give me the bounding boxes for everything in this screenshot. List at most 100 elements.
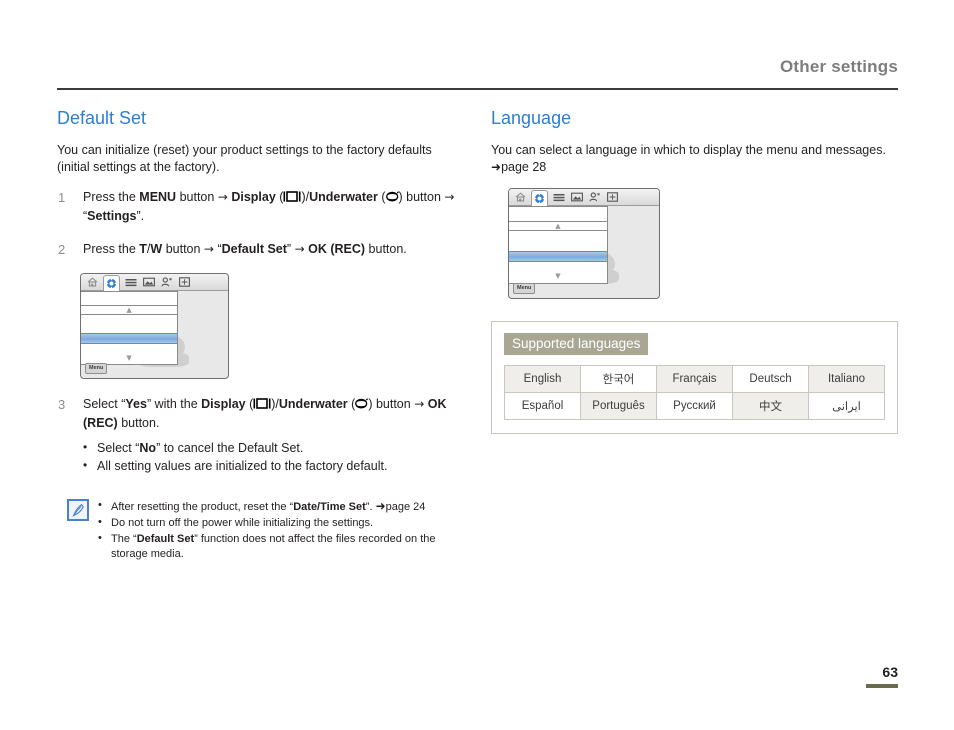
home-icon[interactable] [513,191,528,204]
step-text-fragment: button [176,190,218,204]
step-text-fragment: )/ [271,397,279,411]
arrow-glyph: → [217,190,228,204]
folio: 63 [866,664,898,688]
bullet-text-fragment: All setting values are initialized to th… [97,459,388,473]
no-label: No [139,441,157,455]
list-item: All setting values are initialized to th… [83,456,462,475]
display-button-label: Display [231,190,276,204]
note-bullets: After resetting the product, reset the “… [98,498,462,562]
note-pen-icon [67,499,89,521]
list-item: The “Default Set” function does not affe… [98,531,462,562]
screen-body: ▲ ▼ Menu [81,291,228,378]
list-row[interactable] [81,315,177,333]
camera-screen-mockup-right: ▲ ▼ Menu [508,188,660,299]
supported-languages-box: Supported languages English 한국어 Français… [491,321,898,434]
frame-icon[interactable] [177,276,192,289]
language-cell[interactable]: Español [504,392,581,420]
list-icon[interactable] [551,191,566,204]
screen-tab-bar[interactable] [509,189,659,207]
note-text-fragment: The “ [111,533,137,545]
arrow-glyph: → [444,190,455,204]
language-intro: You can select a language in which to di… [491,142,898,176]
gear-icon[interactable] [531,189,548,207]
camera-screen-mockup-left: ▲ ▼ Menu [80,273,229,379]
step-number: 3 [58,397,66,412]
step-number: 1 [58,190,66,205]
gear-icon[interactable] [103,274,120,292]
date-time-set-label: Date/Time Set [293,501,366,513]
settings-list-panel[interactable]: ▲ ▼ [81,291,179,365]
t-button-label: T [139,242,147,256]
display-icon [253,398,271,409]
step-text-fragment: ”. [136,209,145,223]
underwater-button-label: Underwater [309,190,378,204]
table-row: English 한국어 Français Deutsch Italiano [504,365,885,393]
arrow-glyph: → [414,397,425,411]
page-ref-arrow-icon: ➜ [375,499,386,513]
step-number: 2 [58,242,66,257]
frame-icon[interactable] [605,191,620,204]
step-text: Press the T/W button → “Default Set” → O… [83,242,407,256]
settings-list-panel[interactable]: ▲ ▼ [509,206,608,284]
scroll-down-caret-icon[interactable]: ▼ [509,273,607,282]
person-icon[interactable] [159,276,174,289]
arrow-glyph: → [294,242,305,256]
language-cell[interactable]: Italiano [808,365,885,393]
picture-icon[interactable] [141,276,156,289]
step-text-fragment: ” [286,242,295,256]
page-number: 63 [882,664,898,680]
step-text-fragment: ( [245,397,254,411]
screen-tab-bar[interactable] [81,274,228,292]
step-text-fragment: ” with the [146,397,202,411]
settings-label: Settings [87,209,137,223]
person-icon[interactable] [587,191,602,204]
ok-rec-button-label: OK (REC) [308,242,366,256]
step-text-fragment: ( [347,397,356,411]
step-text: Press the MENU button → Display ()/Under… [83,190,454,223]
list-row[interactable] [81,292,178,306]
note-text-fragment: Do not turn off the power while initiali… [111,517,374,529]
language-cell[interactable]: 中文 [732,392,809,420]
running-header: Other settings [57,56,898,78]
list-icon[interactable] [123,276,138,289]
list-row-selected[interactable] [81,333,178,344]
picture-icon[interactable] [569,191,584,204]
step-3-sub-bullets: Select “No” to cancel the Default Set. A… [83,438,462,475]
table-row: Español Português Русский 中文 ایرانی [504,392,885,420]
step-text-fragment: Press the [83,242,140,256]
menu-button[interactable]: Menu [513,283,536,294]
w-button-label: W [150,242,163,256]
underwater-icon [355,398,369,409]
list-row[interactable] [509,207,607,222]
default-set-label: Default Set [221,242,287,256]
language-cell[interactable]: Français [656,365,733,393]
note-text-fragment: ”. [365,501,376,513]
right-column: Language You can select a language in wh… [491,106,898,434]
page-ref-arrow-icon: ➜ [491,160,502,174]
step-text-fragment: button. [365,242,407,256]
list-row-selected[interactable] [509,251,607,262]
page-title-default-set: Default Set [57,108,147,128]
folio-divider [866,684,898,688]
language-cell[interactable]: 한국어 [580,365,657,393]
scroll-up-caret-icon[interactable]: ▲ [81,306,178,315]
list-row[interactable] [509,231,607,251]
default-set-steps-cont: 3 Select “Yes” with the Display ()/Under… [57,395,462,475]
step-text-fragment: )/ [301,190,310,204]
note-text-fragment: After resetting the product, reset the “ [111,501,294,513]
menu-button-label: MENU [139,190,177,204]
arrow-glyph: → [203,242,214,256]
language-cell[interactable]: English [504,365,581,393]
scroll-up-caret-icon[interactable]: ▲ [509,222,607,231]
language-cell[interactable]: Português [580,392,657,420]
language-cell[interactable]: ایرانی [808,392,885,420]
menu-button[interactable]: Menu [85,363,108,374]
default-set-steps: 1 Press the MENU button → Display ()/Und… [57,188,462,259]
step-text-fragment: button [162,242,204,256]
underwater-icon [385,191,399,202]
step-text-fragment: Select “ [83,397,126,411]
language-cell[interactable]: Русский [656,392,733,420]
language-cell[interactable]: Deutsch [732,365,809,393]
home-icon[interactable] [85,276,100,289]
step-item-3: 3 Select “Yes” with the Display ()/Under… [57,395,462,475]
